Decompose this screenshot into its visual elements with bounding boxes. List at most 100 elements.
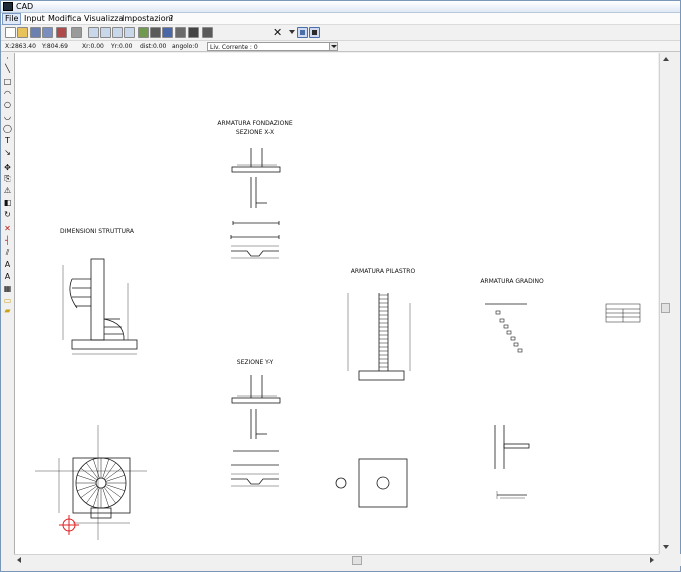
angle-readout: angolo:0	[172, 43, 199, 50]
ellipse-icon[interactable]: ◯	[3, 124, 12, 133]
horizontal-scroll-thumb[interactable]	[352, 556, 362, 565]
cursor-select-icon-glyph	[312, 30, 317, 35]
chevron-down-icon[interactable]	[289, 30, 295, 34]
trim-icon[interactable]: ┤	[3, 236, 12, 245]
table-icon[interactable]	[202, 27, 213, 38]
label-sezione-xx: SEZIONE X-X	[236, 129, 274, 136]
vertical-scrollbar[interactable]	[659, 53, 671, 554]
crosshair-cursor	[59, 515, 79, 535]
column-base-plan	[335, 458, 408, 508]
spiral-stair-plan	[35, 425, 147, 540]
point-icon[interactable]: ·	[3, 54, 12, 63]
label-dimensioni-struttura: DIMENSIONI STRUTTURA	[60, 228, 135, 235]
step-bar	[503, 324, 509, 329]
save-as-icon[interactable]	[42, 27, 53, 38]
dimension-icon[interactable]: ↘	[3, 148, 12, 157]
app-icon	[3, 2, 13, 11]
mirror-icon[interactable]: ⚠	[3, 186, 12, 195]
step-bar	[517, 348, 523, 353]
scroll-right-icon[interactable]	[650, 557, 654, 563]
cursor-select-icon[interactable]	[309, 27, 320, 38]
menu-input[interactable]: Input	[22, 13, 47, 25]
foundation-yy-detail	[231, 375, 281, 487]
grid-dots-icon[interactable]	[188, 27, 199, 38]
foundation-xx-detail	[230, 148, 281, 259]
cad-window: CAD File Input Modifica Visualizza Impos…	[0, 0, 681, 572]
menu-file[interactable]: File	[2, 13, 22, 25]
arc-icon[interactable]: ◠	[3, 89, 12, 98]
circle-icon[interactable]: ○	[3, 100, 12, 109]
step-section-detail	[494, 425, 530, 499]
step-bar	[513, 342, 519, 347]
coordinate-bar: X:2863.40 Y:804.69 Xr:0.00 Yr:0.00 dist:…	[1, 41, 680, 52]
snap-icon[interactable]	[162, 27, 173, 38]
current-level-value: Liv. Corrente : 0	[210, 44, 258, 51]
new-file-icon[interactable]	[5, 27, 16, 38]
print-icon[interactable]	[71, 27, 82, 38]
stair-tread	[77, 484, 97, 491]
hatch-icon[interactable]: ▦	[3, 284, 12, 293]
scrollbar-corner	[671, 554, 681, 566]
paint-icon[interactable]: ▰	[3, 306, 12, 315]
menu-modifica[interactable]: Modifica	[46, 13, 83, 25]
text-icon[interactable]: T	[3, 136, 12, 145]
scale-icon[interactable]: ◧	[3, 198, 12, 207]
title-block	[605, 303, 641, 323]
zoom-in-icon[interactable]	[88, 27, 99, 38]
dim-text-icon[interactable]: A	[3, 272, 12, 281]
title-bar[interactable]: CAD	[1, 1, 680, 13]
coord-xr: Xr:0.00	[82, 43, 104, 50]
step-bar	[495, 310, 501, 315]
dim-align-icon[interactable]: A	[3, 260, 12, 269]
vertical-scroll-thumb[interactable]	[661, 303, 670, 313]
move-icon[interactable]: ✥	[3, 163, 12, 172]
ortho-icon[interactable]	[175, 27, 186, 38]
line-icon[interactable]: ╲	[3, 64, 12, 73]
step-reinforcement	[485, 303, 527, 353]
drawing-canvas[interactable]: ARMATURA FONDAZIONE SEZIONE X-X DIMENSIO…	[14, 53, 658, 554]
step-bar	[510, 336, 516, 341]
zoom-window-icon[interactable]	[112, 27, 123, 38]
save-icon[interactable]	[30, 27, 41, 38]
current-level-select[interactable]: Liv. Corrente : 0	[207, 42, 338, 51]
arc3-icon[interactable]: ◡	[3, 112, 12, 121]
coord-yr: Yr:0.00	[111, 43, 133, 50]
scroll-down-icon[interactable]	[663, 545, 669, 549]
toolbar: ✕	[1, 25, 680, 41]
stair-tread	[93, 459, 100, 479]
coord-y: Y:804.69	[42, 43, 68, 50]
rotate-icon[interactable]: ↻	[3, 210, 12, 219]
horizontal-scrollbar[interactable]	[14, 554, 659, 566]
label-sezione-yy: SEZIONE Y-Y	[237, 359, 274, 366]
scroll-left-icon[interactable]	[17, 557, 21, 563]
open-folder-icon[interactable]	[17, 27, 28, 38]
erase-icon[interactable]: ✕	[3, 224, 12, 233]
label-fondazione: ARMATURA FONDAZIONE	[217, 120, 292, 127]
menu-help[interactable]: ?	[167, 13, 175, 25]
zoom-out-icon[interactable]	[100, 27, 111, 38]
stair-tread	[93, 487, 100, 507]
delete-icon[interactable]: ✕	[273, 26, 282, 39]
axes-icon-glyph	[300, 30, 305, 35]
offset-icon[interactable]: ⫽	[3, 248, 12, 257]
drawing-svg: ARMATURA FONDAZIONE SEZIONE X-X DIMENSIO…	[35, 120, 641, 540]
menu-visualizza[interactable]: Visualizza	[82, 13, 125, 25]
stair-tread	[102, 459, 109, 479]
axes-icon[interactable]	[297, 27, 308, 38]
block-icon[interactable]: ▭	[3, 296, 12, 305]
coord-x: X:2863.40	[5, 43, 36, 50]
column-reinforcement	[347, 293, 411, 381]
scroll-up-icon[interactable]	[663, 57, 669, 61]
grid-icon[interactable]	[150, 27, 161, 38]
stair-tread	[105, 475, 125, 482]
chevron-down-icon[interactable]	[329, 43, 337, 50]
rectangle-icon[interactable]: □	[3, 77, 12, 86]
export-icon[interactable]	[56, 27, 67, 38]
structure-elevation	[62, 258, 138, 355]
zoom-extents-icon[interactable]	[124, 27, 135, 38]
menu-bar: File Input Modifica Visualizza Impostazi…	[1, 13, 680, 25]
layers-icon[interactable]	[138, 27, 149, 38]
step-bar	[506, 330, 512, 335]
copy-icon[interactable]: ⎘	[3, 174, 12, 183]
step-bar	[499, 318, 505, 323]
